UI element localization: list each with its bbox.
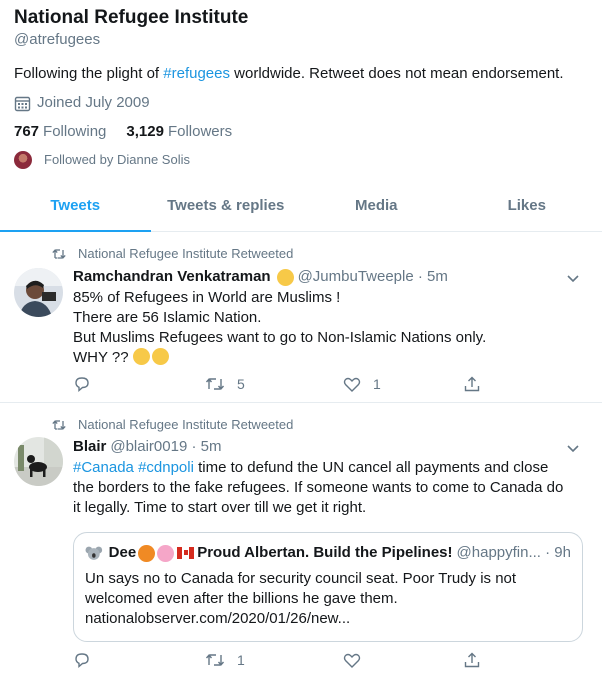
quoted-tweet[interactable]: Dee Proud Albertan. Build the Pipelines!… <box>73 532 583 642</box>
heart-icon <box>343 377 361 392</box>
tweet-line: But Muslims Refugees want to go to Non-I… <box>73 329 487 346</box>
tweet-text: #Canada #cdnpoli time to defund the UN c… <box>73 458 573 518</box>
tweet-header: Ramchandran Venkatraman @JumbuTweeple · … <box>73 267 573 287</box>
hashtag-link[interactable]: #cdnpoli <box>138 459 194 476</box>
followers-count: 3,129 <box>126 123 164 140</box>
following-link[interactable]: 767 Following <box>14 122 106 142</box>
reply-icon <box>75 377 89 393</box>
retweet-count: 1 <box>237 652 245 668</box>
reply-button[interactable] <box>73 374 205 394</box>
koala-avatar-icon <box>85 546 103 560</box>
share-icon <box>464 376 480 392</box>
flower-emoji-icon <box>156 544 174 562</box>
chevron-down-icon[interactable] <box>566 271 580 285</box>
tweet-body: Ramchandran Venkatraman @JumbuTweeple · … <box>73 267 573 368</box>
tweet-header: Blair @blair0019 · 5m <box>73 437 573 457</box>
tweet-line-last: WHY ?? <box>73 348 573 368</box>
retweet-button[interactable]: 1 <box>205 650 343 670</box>
tweet-line: WHY ?? <box>73 349 129 366</box>
author-handle-time: @JumbuTweeple · 5m <box>297 268 448 285</box>
bio-text-before: Following the plight of <box>14 65 164 82</box>
followed-by-text: Followed by Dianne Solis <box>44 152 190 167</box>
following-label: Following <box>43 123 107 140</box>
retweet-count: 5 <box>237 376 245 392</box>
avatar[interactable] <box>14 437 63 486</box>
thinking-emoji-icon <box>151 348 169 365</box>
tab-media[interactable]: Media <box>301 180 452 231</box>
retweet-icon <box>205 378 225 390</box>
chevron-down-icon[interactable] <box>566 441 580 455</box>
quoted-author-prefix: Dee <box>108 544 137 561</box>
follower-avatar <box>14 151 32 169</box>
avatar[interactable] <box>14 268 63 317</box>
quoted-tweet-text: Un says no to Canada for security counci… <box>85 570 517 627</box>
tweet-line: 85% of Refugees in World are Muslims ! <box>73 289 341 306</box>
tweet[interactable]: National Refugee Institute Retweeted Bla… <box>0 404 602 678</box>
tweet-body: Blair @blair0019 · 5m #Canada #cdnpoli t… <box>73 437 583 642</box>
followed-by[interactable]: Followed by Dianne Solis <box>14 151 588 169</box>
like-count: 1 <box>373 376 381 392</box>
retweet-icon <box>52 419 66 430</box>
like-button[interactable] <box>343 650 463 670</box>
profile-tabs: Tweets Tweets & replies Media Likes <box>0 180 602 232</box>
maple-leaf-icon <box>183 550 188 555</box>
canada-flag-icon <box>176 547 195 559</box>
joined-text: Joined July 2009 <box>37 94 150 111</box>
tweet-line: There are 56 Islamic Nation. <box>73 309 262 326</box>
user-photo <box>14 437 63 486</box>
followers-label: Followers <box>167 123 233 140</box>
profile-name: National Refugee Institute <box>14 7 249 28</box>
retweet-icon <box>205 654 225 666</box>
joined-date: Joined July 2009 <box>14 93 588 113</box>
heart-icon <box>343 653 361 668</box>
bio-hashtag-link[interactable]: #refugees <box>163 65 230 82</box>
tab-likes[interactable]: Likes <box>452 180 602 231</box>
profile-header: National Refugee Institute @atrefugees F… <box>14 6 588 169</box>
retweet-indicator: National Refugee Institute Retweeted <box>52 417 293 432</box>
hashtag-link[interactable]: #Canada <box>73 459 134 476</box>
quoted-handle-time: @happyfin... · 9h <box>456 544 571 561</box>
share-button[interactable] <box>463 650 493 670</box>
user-photo <box>14 268 63 317</box>
quoted-author-name: Proud Albertan. Build the Pipelines! <box>197 544 453 561</box>
retweet-label: National Refugee Institute Retweeted <box>78 417 294 432</box>
retweet-button[interactable]: 5 <box>205 374 343 394</box>
tweet-actions: 1 <box>73 650 523 670</box>
author-name[interactable]: Ramchandran Venkatraman <box>73 267 271 287</box>
followers-link[interactable]: 3,129 Followers <box>126 122 232 142</box>
retweet-label: National Refugee Institute Retweeted <box>78 246 294 261</box>
thinking-emoji-icon <box>132 348 150 365</box>
profile-handle: @atrefugees <box>14 31 101 48</box>
quoted-tweet-header: Dee Proud Albertan. Build the Pipelines!… <box>85 543 571 563</box>
follow-stats: 767 Following 3,129 Followers <box>14 122 588 142</box>
tweet-actions: 5 1 <box>73 374 523 394</box>
tab-tweets[interactable]: Tweets <box>0 180 151 232</box>
like-button[interactable]: 1 <box>343 374 463 394</box>
retweet-indicator: National Refugee Institute Retweeted <box>52 246 293 261</box>
profile-bio: Following the plight of #refugees worldw… <box>14 64 588 84</box>
smile-emoji-icon <box>276 268 294 286</box>
reply-icon <box>75 653 89 669</box>
calendar-icon <box>14 96 31 111</box>
following-count: 767 <box>14 123 40 140</box>
share-icon <box>464 652 480 668</box>
author-handle-time: @blair0019 · 5m <box>110 438 222 455</box>
fox-emoji-icon <box>138 544 155 562</box>
tab-tweets-replies[interactable]: Tweets & replies <box>151 180 302 231</box>
tweet-text: 85% of Refugees in World are Muslims ! T… <box>73 288 573 368</box>
tweet[interactable]: National Refugee Institute Retweeted Ram… <box>0 233 602 403</box>
retweet-icon <box>52 248 66 259</box>
author-name[interactable]: Blair <box>73 437 106 457</box>
reply-button[interactable] <box>73 650 205 670</box>
share-button[interactable] <box>463 374 493 394</box>
bio-text-after: worldwide. Retweet does not mean endorse… <box>229 65 564 82</box>
